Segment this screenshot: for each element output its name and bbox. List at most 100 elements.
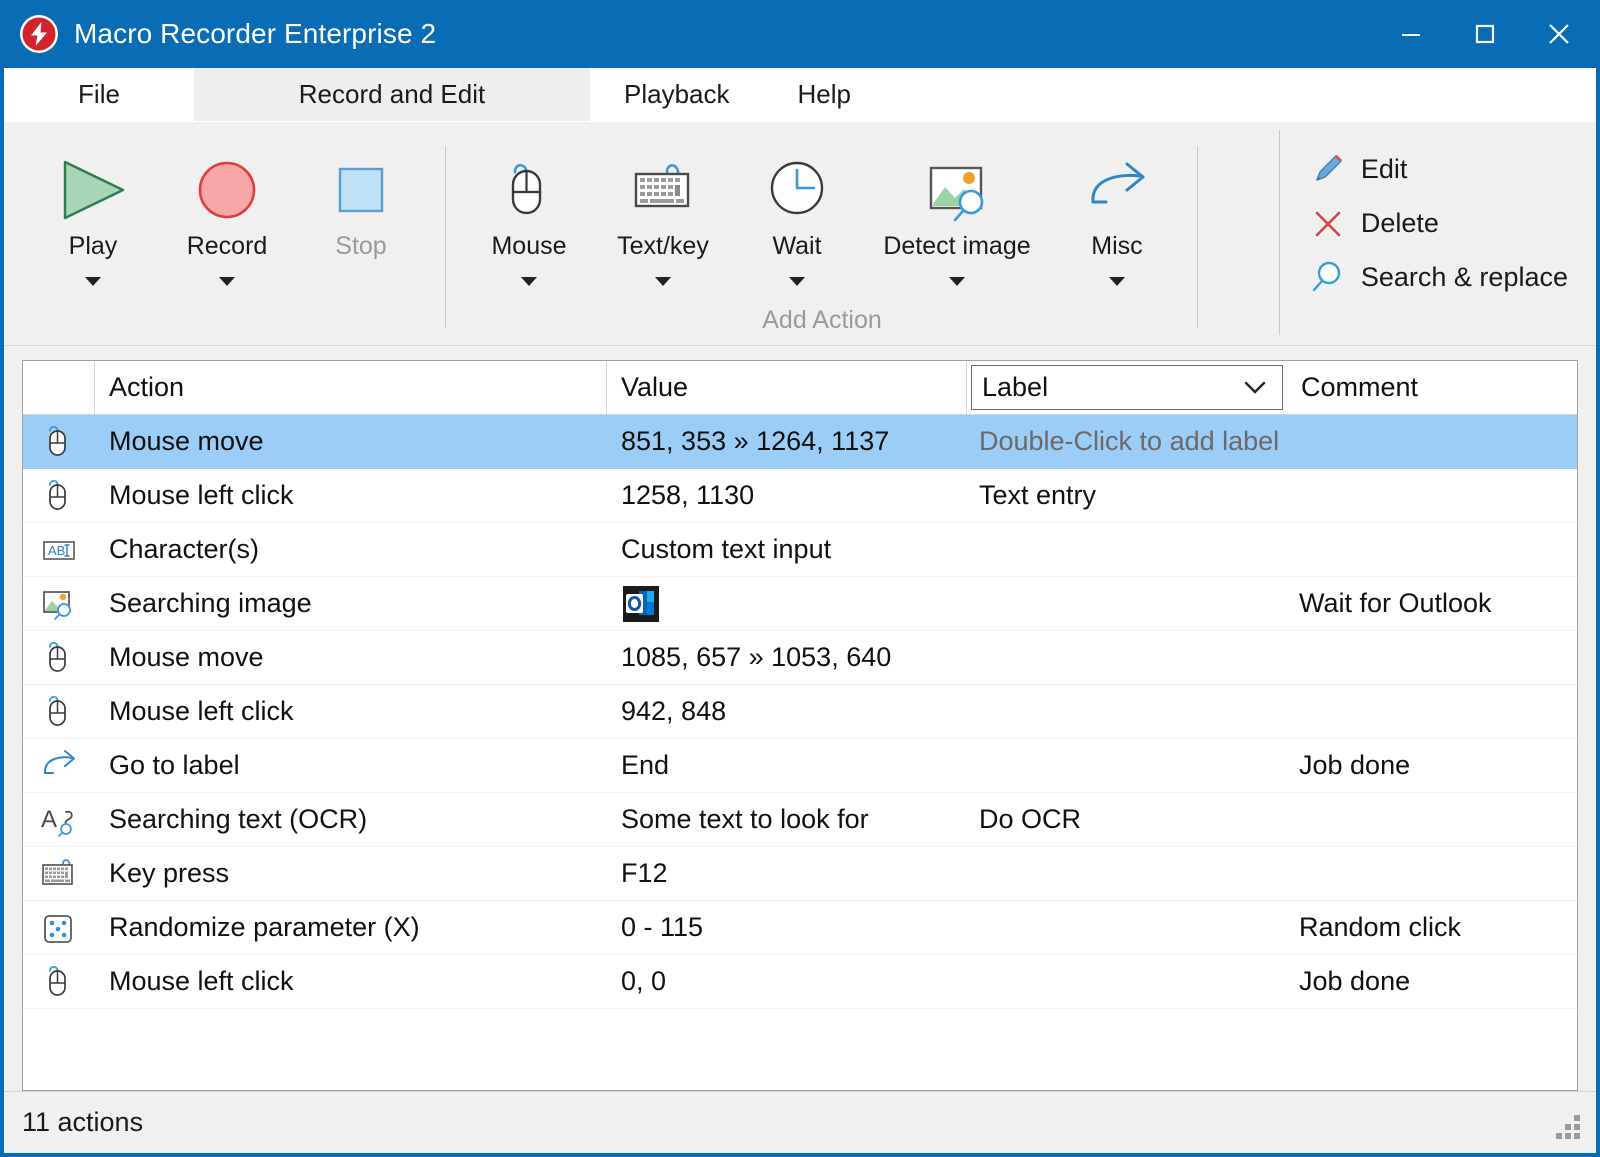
- label-filter-dropdown[interactable]: Label: [971, 365, 1283, 410]
- cell-comment[interactable]: Job done: [1287, 739, 1577, 792]
- cell-comment[interactable]: [1287, 415, 1577, 468]
- cell-comment[interactable]: [1287, 793, 1577, 846]
- cell-label[interactable]: Do OCR: [967, 793, 1287, 846]
- cell-label[interactable]: Double-Click to add label: [967, 415, 1287, 468]
- lightning-bolt-icon: [18, 13, 60, 55]
- column-header-comment[interactable]: Comment: [1287, 361, 1577, 414]
- cell-comment[interactable]: Wait for Outlook: [1287, 577, 1577, 630]
- delete-label: Delete: [1361, 208, 1439, 239]
- red-x-icon: [1309, 204, 1347, 242]
- tab-file[interactable]: File: [4, 68, 194, 121]
- table-row[interactable]: Mouse move1085, 657 » 1053, 640: [23, 631, 1577, 685]
- cell-action: Mouse left click: [95, 469, 607, 522]
- table-row[interactable]: Mouse left click0, 0Job done: [23, 955, 1577, 1009]
- cell-comment[interactable]: [1287, 523, 1577, 576]
- tab-file-label: File: [78, 79, 120, 110]
- action-count-text: 11 actions: [22, 1107, 143, 1138]
- table-row[interactable]: Key pressF12: [23, 847, 1577, 901]
- detect-image-dropdown-caret[interactable]: [949, 277, 965, 286]
- cell-label[interactable]: [967, 901, 1287, 954]
- wait-dropdown-caret[interactable]: [789, 277, 805, 286]
- edit-button[interactable]: Edit: [1309, 150, 1568, 188]
- edit-label: Edit: [1361, 154, 1408, 185]
- column-header-action[interactable]: Action: [95, 361, 607, 414]
- mouse-icon: [23, 415, 95, 468]
- play-button[interactable]: Play: [26, 136, 160, 345]
- table-row[interactable]: ABCharacter(s)Custom text input: [23, 523, 1577, 577]
- cell-label[interactable]: [967, 631, 1287, 684]
- maximize-button[interactable]: [1448, 0, 1522, 68]
- cell-label[interactable]: [967, 955, 1287, 1008]
- tab-playback[interactable]: Playback: [590, 68, 764, 121]
- add-action-group-label: Add Action: [446, 306, 1198, 335]
- table-row[interactable]: ASearching text (OCR)Some text to look f…: [23, 793, 1577, 847]
- record-dropdown-caret[interactable]: [219, 277, 235, 286]
- cell-comment[interactable]: [1287, 685, 1577, 738]
- keyboard-icon: [23, 847, 95, 900]
- column-header-icon: [23, 361, 95, 414]
- app-window: Macro Recorder Enterprise 2 File: [0, 0, 1600, 1157]
- stop-square-icon: [328, 152, 394, 228]
- table-row[interactable]: Go to labelEndJob done: [23, 739, 1577, 793]
- textkey-action-label: Text/key: [617, 232, 709, 261]
- stop-button: Stop: [294, 136, 428, 345]
- table-row[interactable]: Mouse left click1258, 1130Text entry: [23, 469, 1577, 523]
- record-button[interactable]: Record: [160, 136, 294, 345]
- curved-arrow-icon: [1079, 152, 1155, 228]
- image-search-icon: [23, 577, 95, 630]
- play-dropdown-caret[interactable]: [85, 277, 101, 286]
- cell-label[interactable]: [967, 739, 1287, 792]
- cell-action: Searching image: [95, 577, 607, 630]
- cell-action: Mouse move: [95, 631, 607, 684]
- cell-action: Go to label: [95, 739, 607, 792]
- cell-value: [607, 577, 967, 630]
- cell-value: F12: [607, 847, 967, 900]
- chevron-down-icon: [1242, 379, 1268, 395]
- cell-action: Mouse left click: [95, 955, 607, 1008]
- table-row[interactable]: Searching image Wait for Outlook: [23, 577, 1577, 631]
- cell-label[interactable]: [967, 523, 1287, 576]
- tab-help[interactable]: Help: [764, 68, 885, 121]
- misc-dropdown-caret[interactable]: [1109, 277, 1125, 286]
- clock-icon: [761, 152, 833, 228]
- table-row[interactable]: Randomize parameter (X)0 - 115Random cli…: [23, 901, 1577, 955]
- pencil-icon: [1309, 150, 1347, 188]
- resize-grip-icon[interactable]: [1550, 1109, 1584, 1143]
- ribbon-toolbar: Play Record Stop: [4, 122, 1596, 346]
- table-row[interactable]: Mouse move851, 353 » 1264, 1137Double-Cl…: [23, 415, 1577, 469]
- mouse-icon: [23, 631, 95, 684]
- textkey-dropdown-caret[interactable]: [655, 277, 671, 286]
- cell-comment[interactable]: Random click: [1287, 901, 1577, 954]
- ribbon-group-edit-commands: Edit Delete Search & replace: [1309, 136, 1596, 345]
- mouse-action-label: Mouse: [491, 232, 566, 261]
- close-button[interactable]: [1522, 0, 1596, 68]
- cell-label[interactable]: Text entry: [967, 469, 1287, 522]
- cell-comment[interactable]: Job done: [1287, 955, 1577, 1008]
- minimize-button[interactable]: [1374, 0, 1448, 68]
- tab-record-and-edit[interactable]: Record and Edit: [194, 68, 590, 121]
- cell-label[interactable]: [967, 685, 1287, 738]
- maximize-icon: [1472, 21, 1498, 47]
- cell-value: Custom text input: [607, 523, 967, 576]
- grid-rows: Mouse move 851, 353 » 1264, 1137Double-Cl…: [23, 415, 1577, 1090]
- mouse-dropdown-caret[interactable]: [521, 277, 537, 286]
- table-row[interactable]: Mouse left click942, 848: [23, 685, 1577, 739]
- cell-value: 1085, 657 » 1053, 640: [607, 631, 967, 684]
- status-bar: 11 actions: [4, 1091, 1596, 1153]
- cell-comment[interactable]: [1287, 469, 1577, 522]
- keyboard-icon: [623, 152, 703, 228]
- cell-label[interactable]: [967, 847, 1287, 900]
- title-bar: Macro Recorder Enterprise 2: [4, 0, 1596, 68]
- column-header-value[interactable]: Value: [607, 361, 967, 414]
- text-input-icon: AB: [23, 523, 95, 576]
- search-replace-button[interactable]: Search & replace: [1309, 258, 1568, 296]
- window-controls: [1374, 0, 1596, 68]
- cell-value: 942, 848: [607, 685, 967, 738]
- cell-action: Mouse left click: [95, 685, 607, 738]
- window-title: Macro Recorder Enterprise 2: [74, 18, 436, 50]
- cell-comment[interactable]: [1287, 631, 1577, 684]
- cell-label[interactable]: [967, 577, 1287, 630]
- delete-button[interactable]: Delete: [1309, 204, 1568, 242]
- cell-comment[interactable]: [1287, 847, 1577, 900]
- cell-value: 851, 353 » 1264, 1137: [607, 415, 967, 468]
